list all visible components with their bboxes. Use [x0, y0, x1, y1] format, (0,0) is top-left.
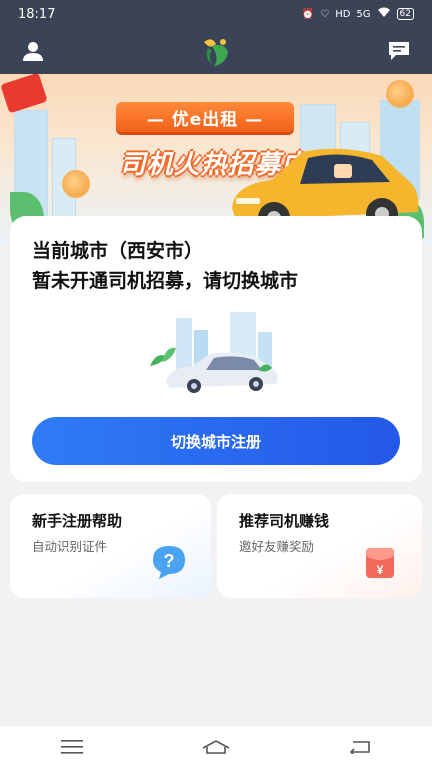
status-bar: 18:17 ⏰ ♡ HD 5G 62: [0, 0, 432, 28]
newbie-help-subtitle: 自动识别证件: [32, 539, 108, 554]
red-envelope-icon: ¥: [366, 548, 394, 578]
newbie-help-card[interactable]: 新手注册帮助 自动识别证件 ?: [10, 494, 211, 598]
recruit-status-text: 暂未开通司机招募，请切换城市: [32, 270, 299, 292]
menu-icon: [61, 740, 83, 754]
home-button[interactable]: [186, 726, 246, 768]
status-time: 18:17: [18, 6, 56, 22]
alarm-icon: ⏰: [301, 8, 315, 20]
question-bubble-icon: ?: [153, 546, 185, 579]
coin-graphic: [386, 80, 414, 108]
network-label: 5G: [356, 8, 371, 20]
wifi-icon: [377, 7, 391, 21]
svg-text:¥: ¥: [377, 563, 384, 577]
app-header: [0, 28, 432, 74]
system-nav-bar: [0, 726, 432, 768]
location-icon: ♡: [320, 8, 330, 20]
battery-icon: 62: [396, 8, 414, 20]
back-icon: [349, 741, 370, 754]
city-info-card: 当前城市（西安市） 暂未开通司机招募，请切换城市 切换城市注册: [10, 216, 422, 482]
current-city-title: 当前城市（西安市）: [32, 240, 204, 262]
refer-driver-subtitle: 邀好友赚奖励: [239, 539, 315, 554]
user-icon[interactable]: [22, 40, 44, 62]
red-envelope-graphic: [0, 74, 48, 114]
refer-driver-card[interactable]: 推荐司机赚钱 邀好友赚奖励 ¥: [217, 494, 422, 598]
switch-city-register-button[interactable]: 切换城市注册: [32, 417, 400, 465]
back-button[interactable]: [330, 726, 390, 768]
refer-driver-title: 推荐司机赚钱: [239, 512, 330, 530]
home-icon: [202, 740, 230, 754]
message-icon[interactable]: [388, 41, 410, 61]
app-logo-icon: [204, 39, 228, 66]
svg-text:?: ?: [164, 551, 175, 571]
city-car-illustration: [150, 312, 278, 393]
hd-icon: HD: [335, 8, 351, 20]
status-icons: ⏰ ♡ HD 5G 62: [302, 7, 414, 21]
menu-button[interactable]: [42, 726, 102, 768]
brand-tag: — 优e出租 —: [116, 102, 294, 132]
newbie-help-title: 新手注册帮助: [32, 512, 123, 530]
